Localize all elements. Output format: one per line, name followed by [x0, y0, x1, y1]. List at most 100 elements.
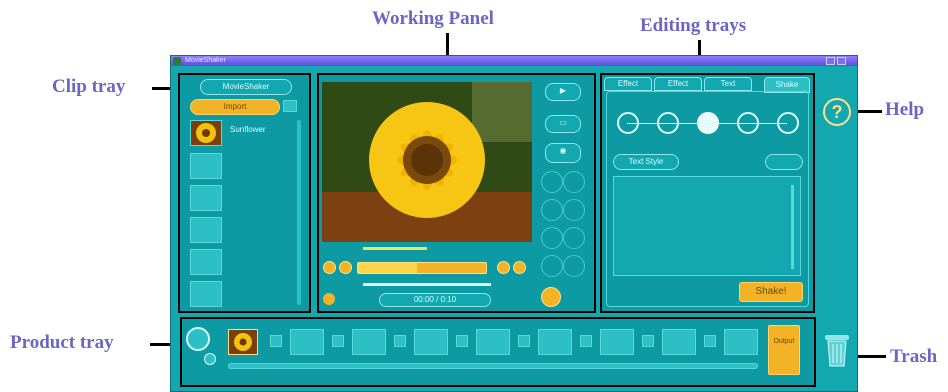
snapshot-button[interactable]: ◉	[545, 143, 581, 163]
sunflower-thumbnail-icon	[196, 123, 216, 143]
window-title: MovieShaker	[185, 57, 226, 64]
preview-window	[322, 82, 532, 242]
tab-label: Effect	[667, 79, 689, 88]
product-slot-small[interactable]	[580, 335, 592, 347]
trash-icon	[825, 335, 849, 367]
clip-tray: MovieShaker Import Sunflower	[178, 73, 311, 313]
working-panel: ▶ ▭ ◉ 00:00 / 0:10	[317, 73, 596, 313]
decorative-hex	[541, 171, 563, 193]
clip-slot[interactable]	[190, 153, 222, 179]
time-readout-text: 00:00 / 0:10	[413, 295, 457, 304]
shake-button[interactable]: Shake!	[739, 282, 803, 302]
clip-name: Sunflower	[230, 125, 266, 134]
text-style-button[interactable]: Text Style	[613, 154, 679, 170]
tab-effect-1[interactable]: Effect	[604, 77, 652, 91]
decorative-hex	[541, 199, 563, 221]
screen-size-button[interactable]: ▭	[545, 115, 581, 133]
close-button[interactable]	[837, 57, 846, 65]
tab-effect-2[interactable]: Effect	[654, 77, 702, 91]
stop-button[interactable]	[541, 287, 561, 307]
product-clip-sunflower[interactable]	[228, 329, 258, 355]
product-slot-small[interactable]	[270, 335, 282, 347]
trim-bracket-bottom	[363, 283, 491, 286]
trim-bracket-top	[363, 247, 427, 250]
volume-icon[interactable]	[323, 293, 335, 305]
minimize-button[interactable]	[826, 57, 835, 65]
clip-slot[interactable]	[190, 185, 222, 211]
callout-product-tray: Product tray	[10, 332, 114, 353]
shake-level-line	[627, 123, 787, 124]
step-forward-button[interactable]	[497, 261, 510, 274]
product-slot[interactable]	[414, 329, 448, 355]
app-icon	[173, 57, 181, 65]
product-slot[interactable]	[600, 329, 634, 355]
tab-label: Shake	[775, 80, 799, 89]
import-label: Import	[223, 102, 247, 111]
decorative-hex	[563, 199, 585, 221]
play-product-button[interactable]	[204, 353, 216, 365]
sunflower-preview	[322, 82, 532, 242]
product-slot-small[interactable]	[704, 335, 716, 347]
clip-tray-header: MovieShaker	[200, 79, 292, 95]
clip-slot[interactable]	[190, 217, 222, 243]
output-label: Output	[773, 338, 795, 345]
clip-slot[interactable]	[190, 249, 222, 275]
callout-help: Help	[885, 99, 925, 120]
output-button[interactable]: Output	[768, 325, 800, 375]
product-slot-small[interactable]	[642, 335, 654, 347]
editing-trays: Effect Effect Text Shake Text Style Shak…	[600, 73, 815, 313]
shake-label: Shake!	[755, 286, 787, 297]
help-button[interactable]: ?	[823, 98, 851, 126]
leader-help	[858, 110, 882, 113]
product-tray: Output	[180, 317, 816, 387]
leader-trash	[858, 355, 886, 358]
fast-forward-button[interactable]	[513, 261, 526, 274]
product-tray-icon[interactable]	[186, 327, 210, 351]
clip-tray-view-toggle[interactable]	[283, 100, 297, 112]
clip-tray-scrollbar[interactable]	[297, 120, 301, 305]
progress-fill	[358, 263, 417, 273]
clip-thumbnail-sunflower[interactable]	[190, 120, 222, 146]
import-button[interactable]: Import	[190, 99, 280, 115]
product-slot[interactable]	[290, 329, 324, 355]
progress-bar[interactable]	[357, 262, 487, 274]
decorative-hex	[541, 255, 563, 277]
product-slot[interactable]	[662, 329, 696, 355]
product-scrollbar[interactable]	[228, 363, 758, 369]
tab-label: Text	[720, 79, 736, 88]
time-readout: 00:00 / 0:10	[379, 293, 491, 307]
product-slot-small[interactable]	[456, 335, 468, 347]
step-back-button[interactable]	[339, 261, 352, 274]
trash-button[interactable]	[823, 332, 851, 368]
callout-clip-tray: Clip tray	[52, 76, 126, 97]
product-slot-small[interactable]	[394, 335, 406, 347]
text-style-label: Text Style	[628, 157, 664, 166]
decorative-hex	[563, 255, 585, 277]
product-slot-small[interactable]	[518, 335, 530, 347]
sunflower-thumbnail-icon	[234, 333, 252, 351]
shake-tray: Text Style Shake!	[606, 91, 809, 307]
product-slot-small[interactable]	[332, 335, 344, 347]
app-window: MovieShaker MovieShaker Import Sunflower	[170, 55, 858, 392]
decorative-hex	[563, 227, 585, 249]
play-button[interactable]: ▶	[545, 83, 581, 101]
callout-working-panel: Working Panel	[372, 8, 494, 29]
title-bar: MovieShaker	[171, 56, 857, 66]
callout-editing-trays: Editing trays	[640, 15, 747, 36]
counter-badge	[765, 154, 803, 170]
rewind-button[interactable]	[323, 261, 336, 274]
tab-label: Effect	[617, 79, 639, 88]
clip-slot[interactable]	[190, 281, 222, 307]
text-list-scrollbar[interactable]	[791, 185, 794, 269]
camera-icon: ◉	[559, 146, 567, 155]
help-icon: ?	[831, 102, 843, 122]
decorative-hex	[541, 227, 563, 249]
tab-text[interactable]: Text	[704, 77, 752, 91]
product-slot[interactable]	[538, 329, 572, 355]
product-slot[interactable]	[724, 329, 758, 355]
product-slot[interactable]	[476, 329, 510, 355]
callout-trash: Trash	[890, 346, 938, 367]
product-slot[interactable]	[352, 329, 386, 355]
text-list	[613, 176, 801, 276]
decorative-hex	[563, 171, 585, 193]
